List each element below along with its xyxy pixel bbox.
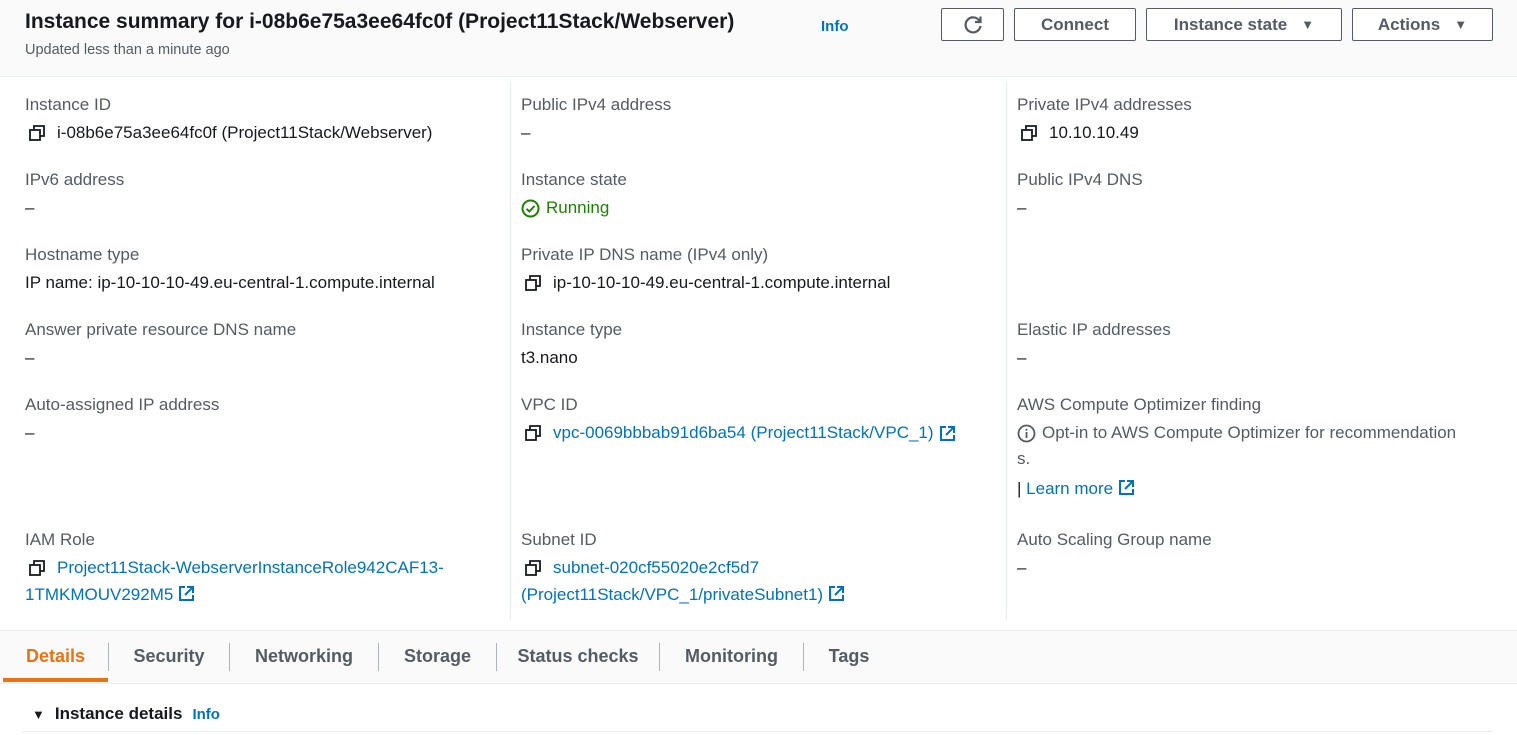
hostname-type-value: IP name: ip-10-10-10-49.eu-central-1.com… — [25, 273, 435, 292]
instance-type-field: Instance type t3.nano — [521, 320, 622, 368]
tab-details[interactable]: Details — [3, 631, 108, 682]
private-dns-label: Private IP DNS name (IPv4 only) — [521, 245, 769, 264]
public-dns-value: – — [1017, 198, 1027, 217]
subnet-id-label: Subnet ID — [521, 530, 597, 549]
auto-ip-field: Auto-assigned IP address – — [25, 395, 219, 443]
copy-icon[interactable] — [29, 125, 45, 141]
tab-bar: Details Security Networking Storage Stat… — [0, 630, 1517, 684]
refresh-icon — [963, 15, 982, 33]
instance-type-label: Instance type — [521, 320, 623, 339]
copy-icon[interactable] — [29, 560, 45, 576]
instance-state-field: Instance state Running — [521, 170, 627, 218]
actions-dropdown[interactable]: Actions ▼ — [1352, 8, 1493, 41]
ipv6-label: IPv6 address — [25, 170, 125, 189]
optimizer-label: AWS Compute Optimizer finding — [1017, 395, 1262, 414]
private-ipv4-value: 10.10.10.49 — [1049, 123, 1139, 142]
copy-icon[interactable] — [525, 425, 541, 441]
caret-down-icon: ▼ — [1454, 17, 1468, 32]
ipv6-value: – — [25, 198, 35, 217]
summary-header: Instance summary for i-08b6e75a3ee64fc0f… — [0, 0, 1517, 77]
optimizer-message-cont: s. — [1017, 449, 1031, 468]
section-title: Instance details — [54, 704, 183, 723]
separator: | — [1017, 479, 1022, 498]
subnet-id-field: Subnet ID subnet-020cf55020e2cf5d7 (Proj… — [521, 530, 845, 605]
answer-dns-value: – — [25, 348, 35, 367]
elastic-ip-label: Elastic IP addresses — [1017, 320, 1171, 339]
title-info-link[interactable]: Info — [821, 18, 849, 35]
subnet-id-link-cont[interactable]: (Project11Stack/VPC_1/privateSubnet1) — [521, 585, 823, 604]
refresh-button[interactable] — [941, 8, 1004, 41]
answer-dns-field: Answer private resource DNS name – — [25, 320, 296, 368]
page-title: Instance summary for i-08b6e75a3ee64fc0f… — [25, 10, 735, 33]
column-divider — [510, 82, 511, 620]
actions-label: Actions — [1377, 14, 1441, 34]
public-ipv4-value: – — [521, 123, 531, 142]
public-dns-label: Public IPv4 DNS — [1017, 170, 1143, 189]
check-circle-icon — [521, 199, 540, 217]
optimizer-message: Opt-in to AWS Compute Optimizer for reco… — [1042, 423, 1457, 442]
ipv6-field: IPv6 address – — [25, 170, 124, 218]
connect-button[interactable]: Connect — [1014, 8, 1136, 41]
answer-dns-label: Answer private resource DNS name — [25, 320, 297, 339]
hostname-type-label: Hostname type — [25, 245, 140, 264]
asg-value: – — [1017, 558, 1027, 577]
instance-id-field: Instance ID i-08b6e75a3ee64fc0f (Project… — [25, 95, 432, 143]
copy-icon[interactable] — [525, 275, 541, 291]
instance-type-value: t3.nano — [521, 348, 578, 367]
divider — [22, 731, 1492, 732]
instance-state-label: Instance state — [1173, 14, 1288, 34]
iam-role-label: IAM Role — [25, 530, 95, 549]
tab-security[interactable]: Security — [109, 631, 229, 682]
tab-networking[interactable]: Networking — [230, 631, 378, 682]
active-tab-indicator — [3, 678, 108, 682]
iam-role-link[interactable]: Project11Stack-WebserverInstanceRole942C… — [57, 558, 444, 578]
tab-monitoring[interactable]: Monitoring — [660, 631, 803, 682]
elastic-ip-field: Elastic IP addresses – — [1017, 320, 1171, 368]
public-dns-field: Public IPv4 DNS – — [1017, 170, 1143, 218]
external-link-icon[interactable] — [178, 585, 195, 602]
auto-ip-value: – — [25, 423, 35, 442]
instance-state-label: Instance state — [521, 170, 627, 189]
public-ipv4-field: Public IPv4 address – — [521, 95, 671, 143]
learn-more-link[interactable]: Learn more — [1026, 479, 1113, 498]
instance-details-toggle[interactable]: ▼ Instance details Info — [32, 704, 220, 724]
iam-role-link-cont[interactable]: 1TMKMOUV292M5 — [25, 585, 173, 604]
optimizer-field: AWS Compute Optimizer finding Opt-in to … — [1017, 395, 1456, 499]
vpc-id-field: VPC ID vpc-0069bbbab91d6ba54 (Project11S… — [521, 395, 956, 443]
private-dns-value: ip-10-10-10-49.eu-central-1.compute.inte… — [553, 273, 891, 292]
vpc-id-label: VPC ID — [521, 395, 578, 414]
private-ipv4-label: Private IPv4 addresses — [1017, 95, 1192, 114]
info-circle-icon — [1017, 424, 1036, 442]
column-divider — [1006, 82, 1007, 620]
iam-role-field: IAM Role Project11Stack-WebserverInstanc… — [25, 530, 444, 605]
auto-ip-label: Auto-assigned IP address — [25, 395, 220, 414]
copy-icon[interactable] — [525, 560, 541, 576]
asg-label: Auto Scaling Group name — [1017, 530, 1212, 549]
external-link-icon[interactable] — [828, 585, 845, 602]
private-ipv4-field: Private IPv4 addresses 10.10.10.49 — [1017, 95, 1192, 143]
private-dns-field: Private IP DNS name (IPv4 only) ip-10-10… — [521, 245, 890, 293]
tab-status-checks[interactable]: Status checks — [497, 631, 659, 682]
tab-tags[interactable]: Tags — [804, 631, 894, 682]
tab-storage[interactable]: Storage — [379, 631, 496, 682]
public-ipv4-label: Public IPv4 address — [521, 95, 672, 114]
status-badge: Running — [521, 198, 627, 218]
section-info-link[interactable]: Info — [192, 706, 220, 723]
copy-icon[interactable] — [1021, 125, 1037, 141]
instance-id-value: i-08b6e75a3ee64fc0f (Project11Stack/Webs… — [57, 123, 433, 142]
elastic-ip-value: – — [1017, 348, 1027, 367]
asg-field: Auto Scaling Group name – — [1017, 530, 1212, 578]
vpc-id-link[interactable]: vpc-0069bbbab91d6ba54 (Project11Stack/VP… — [553, 423, 934, 443]
subnet-id-link[interactable]: subnet-020cf55020e2cf5d7 — [553, 558, 759, 578]
updated-status: Updated less than a minute ago — [25, 42, 230, 58]
external-link-icon[interactable] — [939, 425, 956, 442]
caret-down-icon: ▼ — [1301, 17, 1315, 32]
external-link-icon[interactable] — [1118, 479, 1135, 496]
caret-down-icon: ▼ — [32, 706, 45, 722]
instance-state-dropdown[interactable]: Instance state ▼ — [1146, 8, 1342, 41]
instance-id-label: Instance ID — [25, 95, 111, 114]
instance-state-value: Running — [546, 198, 610, 217]
hostname-type-field: Hostname type IP name: ip-10-10-10-49.eu… — [25, 245, 435, 293]
